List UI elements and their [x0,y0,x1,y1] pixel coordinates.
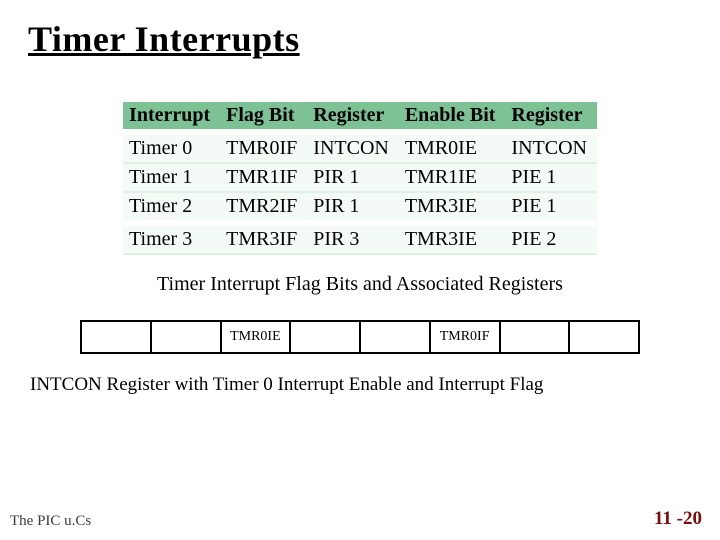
col-interrupt: Interrupt [123,102,220,132]
reg-bit [82,322,152,352]
table-header-row: Interrupt Flag Bit Register Enable Bit R… [123,102,597,132]
table-row: Timer 0 TMR0IF INTCON TMR0IE INTCON [123,132,597,163]
cell: PIE 1 [505,163,597,192]
cell: TMR3IE [399,192,506,223]
cell: PIR 1 [307,192,399,223]
reg-bit [570,322,638,352]
cell: TMR1IF [220,163,307,192]
cell: TMR2IF [220,192,307,223]
cell: INTCON [505,132,597,163]
table-row: Timer 2 TMR2IF PIR 1 TMR3IE PIE 1 [123,192,597,223]
cell: Timer 0 [123,132,220,163]
cell: TMR0IE [399,132,506,163]
reg-bit [501,322,571,352]
reg-bit [291,322,361,352]
cell: PIR 3 [307,223,399,254]
cell: INTCON [307,132,399,163]
slide: Timer Interrupts Interrupt Flag Bit Regi… [0,0,720,540]
cell: Timer 3 [123,223,220,254]
table-row: Timer 1 TMR1IF PIR 1 TMR1IE PIE 1 [123,163,597,192]
reg-bit [152,322,222,352]
cell: TMR3IE [399,223,506,254]
intcon-register-diagram: TMR0IE TMR0IF [80,320,640,354]
reg-bit-tmr0ie: TMR0IE [222,322,292,352]
footer-left: The PIC u.Cs [10,513,91,530]
interrupt-table: Interrupt Flag Bit Register Enable Bit R… [123,102,597,255]
footer-page-number: 11 -20 [654,508,702,530]
page-title: Timer Interrupts [28,18,692,60]
cell: TMR0IF [220,132,307,163]
cell: PIR 1 [307,163,399,192]
table-caption: Timer Interrupt Flag Bits and Associated… [28,273,692,296]
cell: TMR1IE [399,163,506,192]
col-flag-reg: Register [307,102,399,132]
cell: PIE 1 [505,192,597,223]
cell: Timer 1 [123,163,220,192]
col-flag-bit: Flag Bit [220,102,307,132]
col-enable-reg: Register [505,102,597,132]
reg-bit [361,322,431,352]
cell: Timer 2 [123,192,220,223]
col-enable-bit: Enable Bit [399,102,506,132]
table-row: Timer 3 TMR3IF PIR 3 TMR3IE PIE 2 [123,223,597,254]
cell: TMR3IF [220,223,307,254]
reg-bit-tmr0if: TMR0IF [431,322,501,352]
register-caption: INTCON Register with Timer 0 Interrupt E… [28,374,692,396]
cell: PIE 2 [505,223,597,254]
